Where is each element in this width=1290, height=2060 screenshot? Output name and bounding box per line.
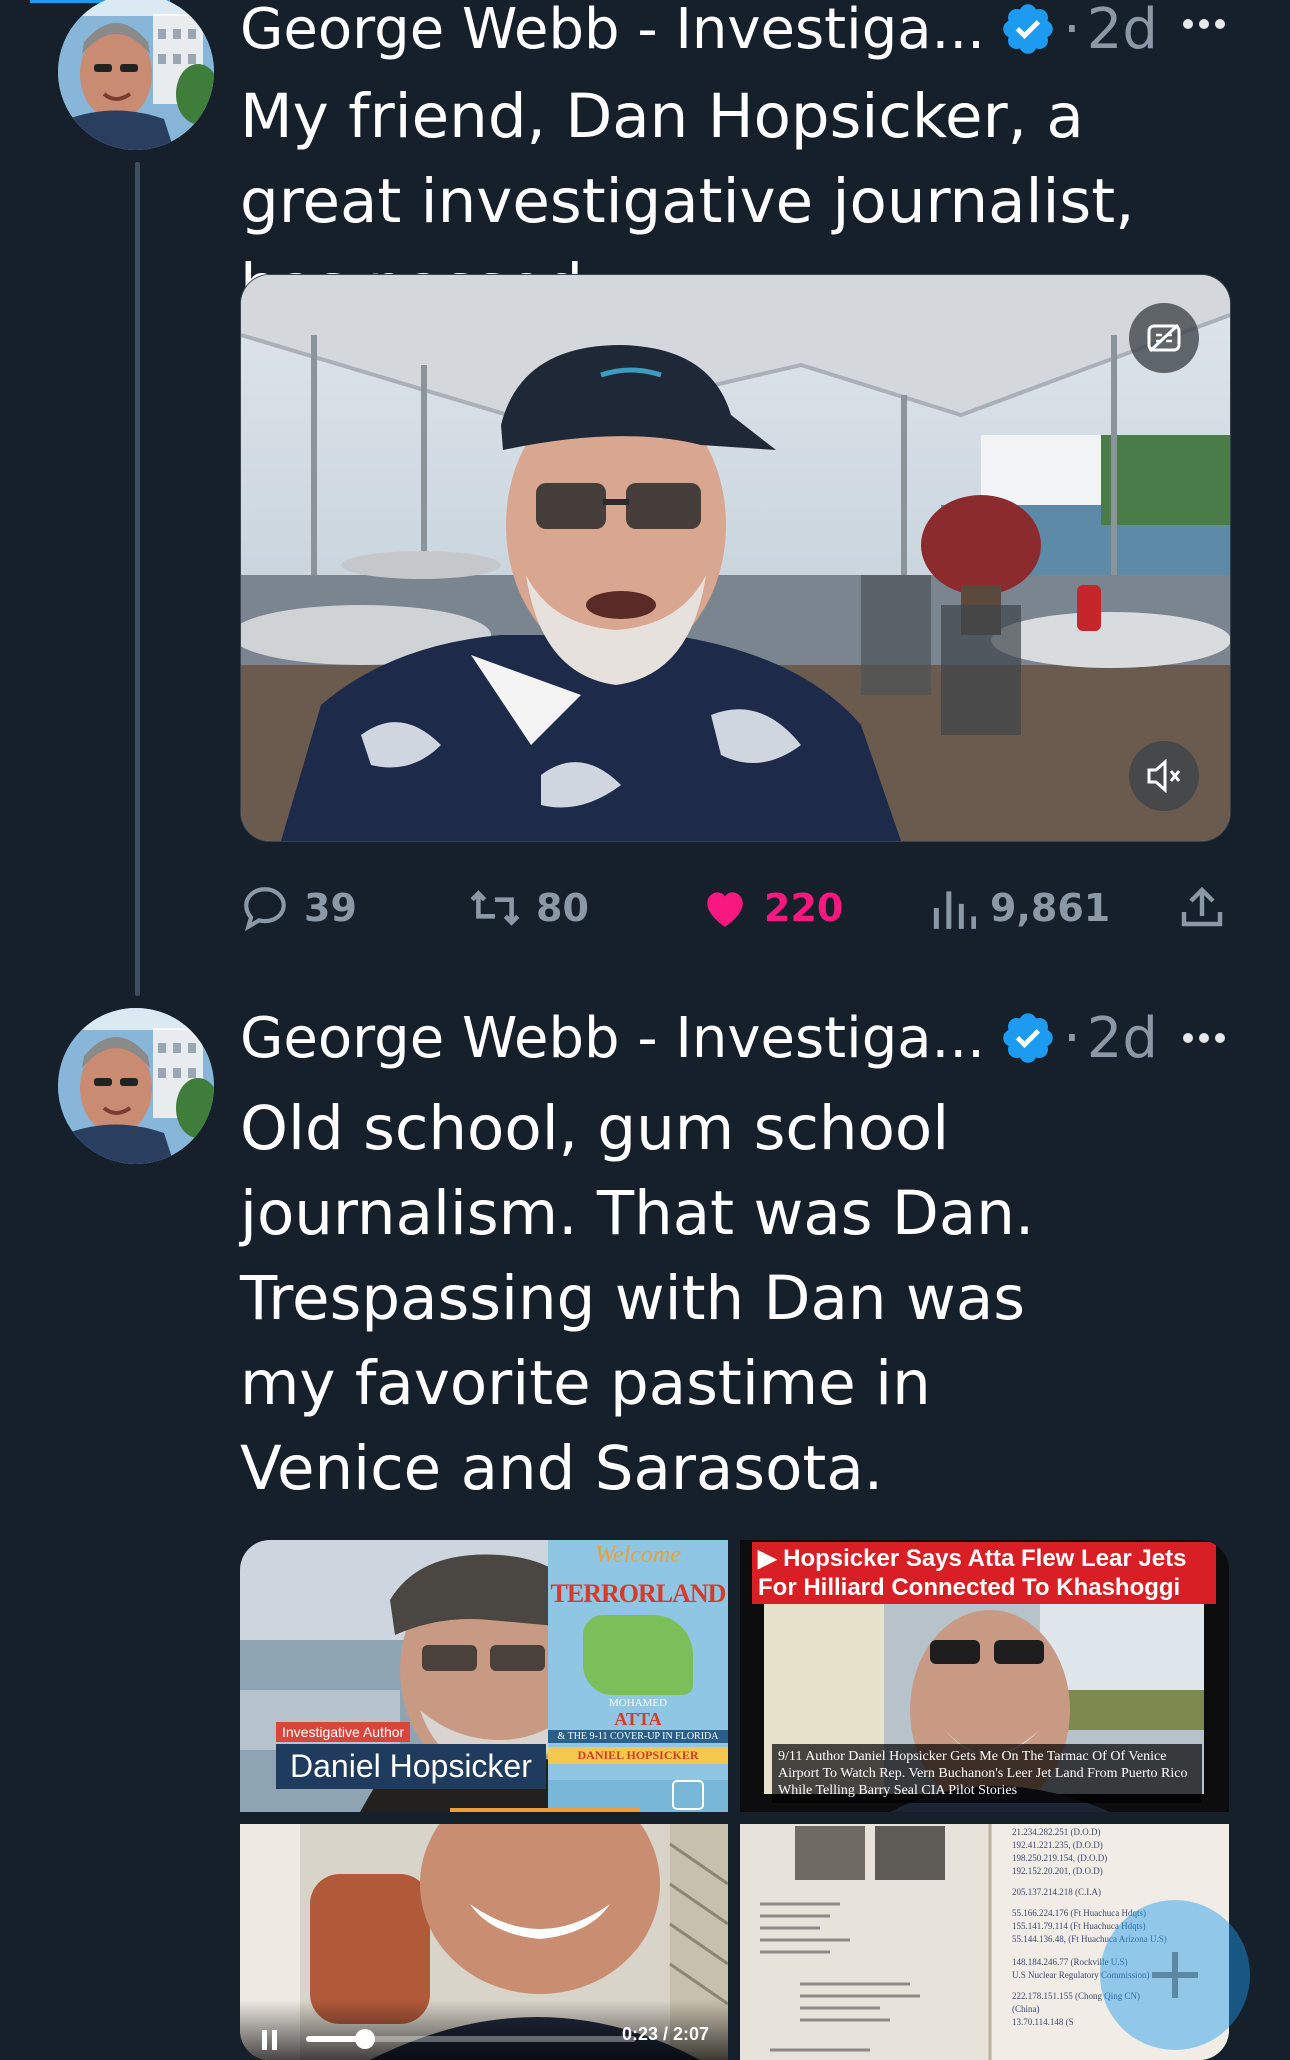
author-avatar[interactable]	[58, 1008, 214, 1164]
captions-off-button[interactable]	[1129, 303, 1199, 373]
heart-filled-icon	[707, 892, 743, 927]
video-headline: ▶ Hopsicker Says Atta Flew Lear Jets For…	[752, 1542, 1216, 1604]
tweet-header: George Webb - Investiga... · 2d	[240, 0, 1158, 64]
captions-off-icon	[1147, 323, 1181, 353]
doc-line: 192.41.221.235, (D.O.D)	[1012, 1840, 1103, 1850]
separator-dot: ·	[1062, 1005, 1081, 1071]
tweet-2[interactable]: George Webb - Investiga... · 2d Old scho…	[0, 1000, 1290, 2060]
book-cover: Welcome TERRORLAND MOHAMED ATTA & THE 9-…	[548, 1540, 728, 1780]
book-title: TERRORLAND	[550, 1579, 727, 1608]
author-label: Investigative Author Daniel Hopsicker	[276, 1722, 546, 1789]
alt-text-icon[interactable]	[672, 1780, 704, 1810]
retweet-icon	[470, 890, 520, 926]
views-bar-chart-icon	[933, 891, 976, 929]
tweet-actions: 39 80 220 9,861	[240, 868, 1230, 948]
tweet-text: Old school, gum school journalism. That …	[240, 1093, 1035, 1504]
reply-icon	[244, 887, 286, 932]
like-button[interactable]: 220	[700, 868, 843, 948]
share-upload-icon	[1181, 886, 1223, 927]
tweet-video[interactable]	[240, 274, 1231, 842]
more-options-icon[interactable]	[1180, 1028, 1228, 1048]
like-count: 220	[764, 886, 844, 930]
video-frame	[241, 275, 1230, 841]
verified-badge-icon	[1003, 4, 1053, 54]
retweet-count: 80	[536, 886, 589, 930]
doc-line: 21.234.282.251 (D.O.D)	[1012, 1827, 1101, 1837]
book-sub1: MOHAMED	[608, 1697, 668, 1709]
video-progress-track[interactable]	[306, 2029, 636, 2049]
author-name[interactable]: George Webb - Investiga...	[240, 0, 985, 62]
tweet-header: George Webb - Investiga... · 2d	[240, 1003, 1158, 1073]
book-author: DANIEL HOPSICKER	[548, 1747, 728, 1764]
doc-line: 205.137.214.218 (C.I.A)	[1012, 1887, 1101, 1897]
doc-line: 192.152.20.201, (D.O.D)	[1012, 1866, 1103, 1876]
reply-button[interactable]: 39	[240, 868, 357, 948]
book-map	[583, 1615, 693, 1695]
views-button[interactable]: 9,861	[930, 868, 1110, 948]
verified-badge-icon	[1003, 1013, 1053, 1063]
author-avatar[interactable]	[58, 0, 214, 150]
tweet-media-grid: Investigative Author Daniel Hopsicker We…	[240, 1540, 1229, 2060]
separator-dot: ·	[1062, 0, 1081, 62]
tweet-timestamp[interactable]: 2d	[1087, 0, 1158, 62]
volume-muted-icon	[1147, 759, 1181, 793]
author-label-small: Investigative Author	[276, 1722, 411, 1742]
view-count: 9,861	[990, 886, 1111, 930]
compose-tweet-button[interactable]	[1100, 1900, 1250, 2050]
book-sub3: & THE 9-11 COVER-UP IN FLORIDA	[548, 1730, 728, 1743]
thread-connector-line	[135, 162, 140, 996]
video-time: 0:23 / 2:07	[622, 2024, 710, 2044]
author-name[interactable]: George Webb - Investiga...	[240, 1006, 985, 1071]
tweet-1[interactable]: George Webb - Investiga... · 2d My frien…	[0, 0, 1290, 1000]
plus-icon	[1152, 1952, 1198, 1998]
video-caption: 9/11 Author Daniel Hopsicker Gets Me On …	[772, 1744, 1202, 1803]
tweet-timestamp[interactable]: 2d	[1087, 1006, 1158, 1071]
media-video-atta-lear-jets[interactable]: ▶ Hopsicker Says Atta Flew Lear Jets For…	[740, 1540, 1229, 1812]
retweet-button[interactable]: 80	[468, 868, 589, 948]
doc-line: 198.250.219.154, (D.O.D)	[1012, 1853, 1108, 1863]
book-welcome: Welcome	[595, 1542, 681, 1568]
media-video-playing[interactable]: 0:23 / 2:07	[240, 1824, 728, 2060]
pause-icon[interactable]	[260, 2028, 280, 2052]
unmute-button[interactable]	[1129, 741, 1199, 811]
video-progress-orange	[450, 1808, 640, 1812]
reply-count: 39	[304, 886, 357, 930]
media-video-hopsicker-terrorland[interactable]: Investigative Author Daniel Hopsicker We…	[240, 1540, 728, 1812]
share-button[interactable]	[1178, 868, 1240, 948]
author-label-name: Daniel Hopsicker	[276, 1744, 546, 1789]
book-sub2: ATTA	[614, 1709, 662, 1729]
more-options-icon[interactable]	[1180, 14, 1228, 34]
